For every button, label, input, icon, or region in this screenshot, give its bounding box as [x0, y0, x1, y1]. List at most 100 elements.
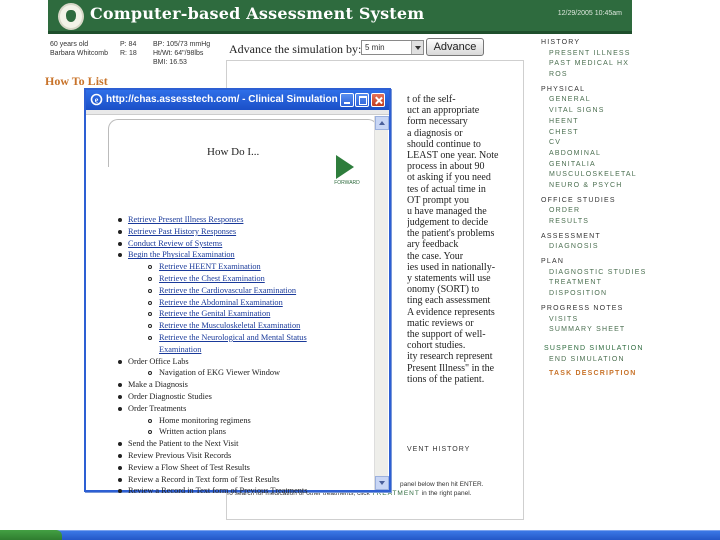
task-text-line: matic reviews or	[407, 317, 474, 329]
maximize-icon[interactable]	[355, 93, 369, 107]
nav-neuro[interactable]: NEURO & PSYCH	[541, 181, 711, 192]
nav-vital-signs[interactable]: VITAL SIGNS	[541, 106, 711, 117]
help-list-item[interactable]: Begin the Physical Examination	[116, 249, 366, 261]
forward-arrow-icon	[336, 155, 354, 179]
help-list-item: Make a Diagnosis	[116, 379, 366, 391]
task-text-line: should continue to	[407, 138, 481, 150]
circle-bullet-icon	[148, 276, 152, 281]
seal-logo-icon	[58, 3, 84, 30]
scroll-down-icon[interactable]	[375, 476, 389, 490]
nav-present-illness[interactable]: PRESENT ILLNESS	[541, 49, 711, 60]
minimize-icon[interactable]	[340, 93, 354, 107]
help-list-item: Navigation of EKG Viewer Window	[116, 367, 366, 379]
previous-history-label[interactable]: VENT HISTORY	[407, 446, 470, 453]
nav-diagnosis[interactable]: DIAGNOSIS	[541, 242, 711, 253]
start-button[interactable]	[0, 530, 62, 540]
nav-physical[interactable]: PHYSICAL	[541, 85, 711, 96]
how-do-i-list: Retrieve Present Illness Responses Retrie…	[116, 214, 366, 497]
bullet-icon	[118, 359, 122, 364]
help-list-item[interactable]: Retrieve the Neurological and Mental Sta…	[116, 332, 366, 344]
help-list-item[interactable]: Retrieve the Musculoskeletal Examination	[116, 320, 366, 332]
help-link[interactable]: Retrieve Past History Responses	[128, 227, 236, 236]
help-link[interactable]: Retrieve the Cardiovascular Examination	[159, 286, 296, 295]
help-list-item[interactable]: Retrieve the Chest Examination	[116, 273, 366, 285]
how-to-list-link[interactable]: How To List	[45, 74, 108, 89]
nav-summary-sheet[interactable]: SUMMARY SHEET	[541, 325, 711, 336]
help-list-item[interactable]: Retrieve the Abdominal Examination	[116, 297, 366, 309]
nav-office-studies[interactable]: OFFICE STUDIES	[541, 196, 711, 207]
help-list-item[interactable]: Retrieve the Genital Examination	[116, 308, 366, 320]
close-icon[interactable]	[371, 93, 385, 107]
nav-order[interactable]: ORDER	[541, 206, 711, 217]
task-description-link[interactable]: TASK DESCRIPTION	[541, 369, 711, 380]
help-link[interactable]: Retrieve the Musculoskeletal Examination	[159, 321, 300, 330]
suspend-simulation-link[interactable]: SUSPEND SIMULATION	[541, 344, 711, 355]
treatment-instruction-post: in the right panel.	[419, 490, 472, 497]
circle-bullet-icon	[148, 371, 152, 376]
task-text-line: A evidence represents	[407, 306, 495, 318]
help-list-item: Review Previous Visit Records	[116, 450, 366, 462]
svg-text:e: e	[95, 95, 99, 104]
bullet-icon	[118, 383, 122, 388]
chevron-down-icon[interactable]	[411, 41, 423, 54]
help-link[interactable]: Retrieve the Chest Examination	[159, 274, 265, 283]
task-text-line: the patient's problems	[407, 228, 495, 240]
help-text: Order Diagnostic Studies	[128, 391, 212, 401]
popup-scrollbar[interactable]	[374, 116, 389, 490]
help-link[interactable]: Begin the Physical Examination	[128, 250, 235, 259]
help-text: Review Previous Visit Records	[128, 450, 232, 460]
help-link[interactable]: Retrieve the Abdominal Examination	[159, 298, 283, 307]
browser-icon: e	[90, 93, 103, 106]
help-list-item[interactable]: Retrieve the Cardiovascular Examination	[116, 285, 366, 297]
nav-past-medical[interactable]: PAST MEDICAL HX	[541, 59, 711, 70]
search-instruction-text: panel below then hit ENTER.	[400, 481, 484, 488]
nav-disposition[interactable]: DISPOSITION	[541, 289, 711, 300]
nav-abdominal[interactable]: ABDOMINAL	[541, 149, 711, 160]
help-list-item[interactable]: Retrieve HEENT Examination	[116, 261, 366, 273]
advance-label: Advance the simulation by:	[229, 42, 362, 56]
help-link[interactable]: Conduct Review of Systems	[128, 239, 222, 248]
end-simulation-link[interactable]: END SIMULATION	[541, 355, 711, 366]
help-list-item: Send the Patient to the Next Visit	[116, 438, 366, 450]
bullet-icon	[118, 394, 122, 399]
scroll-up-icon[interactable]	[375, 116, 389, 130]
help-list-item[interactable]: Conduct Review of Systems	[116, 238, 366, 250]
circle-bullet-icon	[148, 265, 152, 270]
task-text-line: OT prompt you	[407, 194, 470, 206]
help-list-item[interactable]: Retrieve Past History Responses	[116, 226, 366, 238]
help-link[interactable]: Retrieve HEENT Examination	[159, 262, 261, 271]
advance-time-value: 5 min	[365, 43, 385, 52]
nav-cv[interactable]: CV	[541, 138, 711, 149]
patient-name: Barbara Whitcomb	[50, 50, 108, 57]
nav-results[interactable]: RESULTS	[541, 217, 711, 228]
help-list-item[interactable]: Examination	[116, 344, 366, 356]
nav-progress-notes[interactable]: PROGRESS NOTES	[541, 304, 711, 315]
forward-button[interactable]: FORWARD	[327, 155, 367, 189]
nav-history[interactable]: HISTORY	[541, 38, 711, 49]
help-link[interactable]: Retrieve the Genital Examination	[159, 309, 270, 318]
nav-general[interactable]: GENERAL	[541, 95, 711, 106]
nav-plan[interactable]: PLAN	[541, 257, 711, 268]
popup-title: http://chas.assesstech.com/ - Clinical S…	[106, 94, 338, 105]
nav-heent[interactable]: HEENT	[541, 117, 711, 128]
help-link[interactable]: Retrieve the Neurological and Mental Sta…	[159, 333, 307, 342]
nav-genitalia[interactable]: GENITALIA	[541, 160, 711, 171]
help-link[interactable]: Retrieve Present Illness Responses	[128, 215, 243, 224]
task-text-line: LEAST one year. Note	[407, 149, 499, 161]
popup-titlebar[interactable]: e http://chas.assesstech.com/ - Clinical…	[86, 90, 389, 110]
nav-treatment[interactable]: TREATMENT	[541, 278, 711, 289]
advance-time-select[interactable]: 5 min	[361, 40, 424, 55]
help-list-item[interactable]: Retrieve Present Illness Responses	[116, 214, 366, 226]
nav-visits[interactable]: VISITS	[541, 315, 711, 326]
circle-bullet-icon	[148, 430, 152, 435]
advance-button[interactable]: Advance	[426, 38, 484, 56]
nav-assessment[interactable]: ASSESSMENT	[541, 232, 711, 243]
nav-chest[interactable]: CHEST	[541, 128, 711, 139]
task-description-text: t of the self-uct an appropriate form nec…	[407, 94, 522, 385]
help-list-item: Review a Record in Text form of Test Res…	[116, 474, 366, 486]
nav-ros[interactable]: ROS	[541, 70, 711, 81]
help-link[interactable]: Examination	[159, 345, 201, 354]
patient-bp: BP: 105/73 mmHg	[153, 41, 211, 48]
nav-diagnostic-studies[interactable]: DIAGNOSTIC STUDIES	[541, 268, 711, 279]
nav-musculoskeletal[interactable]: MUSCULOSKELETAL	[541, 170, 711, 181]
